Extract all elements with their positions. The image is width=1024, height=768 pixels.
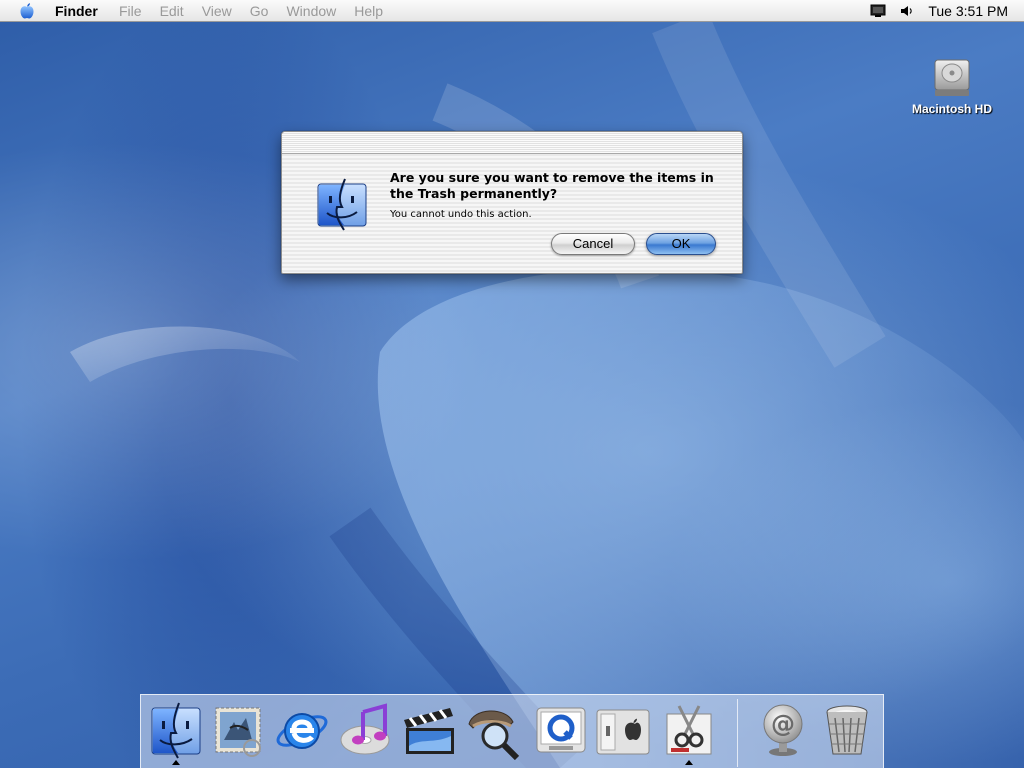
system-preferences-icon: [596, 709, 650, 755]
finder-icon: [317, 178, 367, 231]
dock-divider: [737, 699, 738, 767]
dock-item-quicktime[interactable]: [531, 700, 591, 764]
imovie-icon: [404, 708, 454, 754]
dock-item-finder[interactable]: [146, 700, 206, 765]
dock-item-mail[interactable]: [208, 700, 268, 764]
dock: @: [140, 694, 884, 768]
hd-label: Macintosh HD: [911, 102, 992, 116]
dock-item-clipboard[interactable]: [659, 700, 719, 765]
menu-view[interactable]: View: [202, 3, 232, 19]
hard-drive-icon: [934, 59, 970, 96]
quicktime-icon: [536, 707, 586, 753]
menu-go[interactable]: Go: [250, 3, 269, 19]
running-indicator: [685, 760, 693, 765]
sherlock-icon: [468, 710, 520, 760]
menu-edit[interactable]: Edit: [160, 3, 184, 19]
ok-button[interactable]: OK: [646, 233, 716, 255]
menubar-clock[interactable]: Tue 3:51 PM: [928, 3, 1008, 19]
itunes-icon: [340, 703, 390, 755]
menu-help[interactable]: Help: [354, 3, 383, 19]
dock-item-internet-explorer[interactable]: [272, 700, 332, 764]
dialog-titlebar[interactable]: [282, 132, 742, 154]
menu-file[interactable]: File: [119, 3, 142, 19]
alert-dialog: Are you sure you want to remove the item…: [281, 131, 743, 274]
mail-icon: [215, 707, 261, 757]
svg-text:@: @: [771, 710, 795, 738]
menu-window[interactable]: Window: [286, 3, 336, 19]
clipboard-scissors-icon: [666, 705, 712, 755]
cancel-button[interactable]: Cancel: [551, 233, 635, 255]
dock-item-trash[interactable]: [817, 700, 877, 764]
menu-finder[interactable]: Finder: [55, 3, 98, 19]
internet-connect-icon: @: [763, 704, 803, 756]
dock-item-internet-connect[interactable]: @: [753, 700, 813, 764]
dock-item-sherlock[interactable]: [463, 700, 523, 764]
internet-explorer-icon: [276, 713, 328, 749]
trash-icon: [826, 705, 868, 755]
apple-menu-icon[interactable]: [18, 2, 36, 20]
dock-item-imovie[interactable]: [400, 700, 460, 764]
display-icon[interactable]: [870, 4, 886, 18]
macintosh-hd-desktop-icon[interactable]: Macintosh HD: [900, 56, 1004, 116]
volume-icon[interactable]: [900, 4, 914, 18]
alert-message: Are you sure you want to remove the item…: [390, 170, 714, 201]
alert-informative-text: You cannot undo this action.: [390, 209, 532, 220]
menu-bar: Finder File Edit View Go Window Help Tue…: [0, 0, 1024, 22]
dock-item-system-preferences[interactable]: [593, 700, 653, 764]
dock-item-itunes[interactable]: [337, 700, 397, 764]
finder-icon: [151, 702, 201, 759]
running-indicator: [172, 760, 180, 765]
